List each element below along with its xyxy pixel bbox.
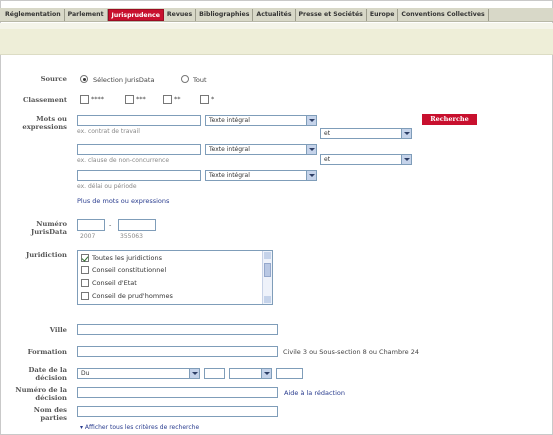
mots-operator-select-2-value: et (324, 156, 331, 163)
numero-decision-input[interactable] (77, 387, 278, 398)
mots-hint-3: ex. délai ou période (77, 183, 137, 190)
chevron-down-icon (401, 155, 411, 164)
juridiction-item-label: Conseil d'Etat (92, 279, 137, 287)
parties-label: Nom des parties (33, 406, 67, 422)
listbox-scrollbar[interactable] (262, 251, 272, 304)
more-words-link[interactable]: Plus de mots ou expressions (77, 197, 169, 205)
classement-option-4: **** (91, 95, 104, 103)
list-item[interactable]: Conseil constitutionnel (81, 265, 166, 275)
nav-tab-parlement[interactable]: Parlement (65, 8, 108, 21)
nav-tab-conventions-collectives[interactable]: Conventions Collectives (398, 8, 489, 21)
nav-tab-jurisprudence[interactable]: Jurisprudence (107, 8, 164, 21)
chevron-down-icon (306, 171, 316, 180)
date-label: Date de la décision (28, 366, 67, 382)
nav-tab-actualites[interactable]: Actualités (253, 8, 296, 21)
ville-input[interactable] (77, 324, 278, 335)
formation-hint: Civile 3 ou Sous-section 8 ou Chambre 24 (283, 348, 419, 356)
mots-input-2[interactable] (77, 144, 201, 155)
classement-option-2: ** (174, 95, 181, 103)
date-mode-select[interactable]: Du (77, 368, 200, 379)
juridiction-item-label: Conseil constitutionnel (92, 266, 167, 274)
numero-year-input[interactable] (77, 219, 105, 231)
classement-label: Classement (23, 96, 67, 104)
juridiction-item-label: Toutes les juridictions (92, 254, 162, 262)
scroll-thumb[interactable] (264, 263, 271, 277)
chevron-down-icon (261, 369, 271, 378)
scroll-up-icon[interactable] (264, 252, 271, 259)
numero-jurisdata-label: Numéro JurisData (31, 220, 67, 236)
scroll-down-icon[interactable] (264, 296, 271, 303)
juridiction-item-label: Conseil de prud'hommes (92, 292, 173, 300)
formation-input[interactable] (77, 346, 278, 357)
search-button[interactable]: Recherche (422, 114, 477, 125)
parties-input[interactable] (77, 406, 278, 417)
show-all-criteria-label: Afficher tous les critères de recherche (84, 424, 200, 431)
mots-field-select-3[interactable]: Texte intégral (205, 170, 317, 181)
show-all-criteria-link[interactable]: ▾ Afficher tous les critères de recherch… (80, 424, 199, 431)
numero-separator: - (109, 221, 112, 229)
juridiction-checkbox[interactable] (81, 254, 89, 262)
mots-field-select-3-value: Texte intégral (209, 172, 250, 179)
list-item[interactable]: Conseil d'Etat (81, 278, 137, 288)
sub-toolbar (0, 29, 553, 55)
juridiction-listbox[interactable]: Toutes les juridictions Conseil constitu… (77, 250, 273, 305)
date-mode-select-value: Du (81, 370, 90, 377)
mots-field-select-1[interactable]: Texte intégral (205, 115, 317, 126)
juridiction-checkbox[interactable] (81, 292, 89, 300)
chevron-down-icon (189, 369, 199, 378)
top-nav: Réglementation Parlement Jurisprudence R… (0, 8, 553, 22)
ville-label: Ville (49, 326, 67, 334)
mots-operator-select-2[interactable]: et (320, 154, 412, 165)
mots-input-3[interactable] (77, 170, 201, 181)
nav-tab-bibliographies[interactable]: Bibliographies (196, 8, 254, 21)
source-option-tout: Tout (193, 76, 207, 84)
chevron-down-icon (401, 129, 411, 138)
mots-field-select-2-value: Texte intégral (209, 146, 250, 153)
classement-checkbox-2[interactable] (163, 95, 172, 104)
numero-number-hint: 355063 (120, 233, 143, 240)
chevron-down-icon (306, 145, 316, 154)
list-item[interactable]: Toutes les juridictions (81, 253, 162, 263)
mots-operator-select-1[interactable]: et (320, 128, 412, 139)
nav-tab-presse-societes[interactable]: Presse et Sociétés (296, 8, 367, 21)
list-item[interactable]: Conseil de prud'hommes (81, 291, 173, 301)
classement-option-3: *** (136, 95, 146, 103)
mots-hint-1: ex. contrat de travail (77, 128, 140, 135)
mots-input-1[interactable] (77, 115, 201, 126)
classement-checkbox-3[interactable] (125, 95, 134, 104)
nav-tab-revues[interactable]: Revues (164, 8, 197, 21)
source-label: Source (40, 75, 67, 83)
date-day-input[interactable] (204, 368, 225, 379)
juridiction-checkbox[interactable] (81, 266, 89, 274)
classement-checkbox-1[interactable] (200, 95, 209, 104)
mots-field-select-2[interactable]: Texte intégral (205, 144, 317, 155)
classement-option-1: * (211, 95, 215, 103)
mots-hint-2: ex. clause de non-concurrence (77, 157, 170, 164)
date-year-input[interactable] (276, 368, 303, 379)
numero-year-hint: 2007 (80, 233, 96, 240)
date-month-select[interactable] (229, 368, 272, 379)
juridiction-checkbox[interactable] (81, 279, 89, 287)
juridiction-label: Juridiction (26, 251, 67, 259)
source-radio-jurisdata[interactable] (80, 75, 88, 83)
nav-tab-reglementation[interactable]: Réglementation (2, 8, 65, 21)
source-option-jurisdata: Sélection JurisData (93, 76, 155, 84)
classement-checkbox-4[interactable] (80, 95, 89, 104)
numero-decision-label: Numéro de la décision (15, 386, 67, 402)
source-radio-tout[interactable] (181, 75, 189, 83)
numero-number-input[interactable] (118, 219, 156, 231)
mots-operator-select-1-value: et (324, 130, 331, 137)
nav-tab-europe[interactable]: Europe (367, 8, 399, 21)
chevron-down-icon (306, 116, 316, 125)
mots-field-select-1-value: Texte intégral (209, 117, 250, 124)
formation-label: Formation (27, 348, 67, 356)
help-redaction-link[interactable]: Aide à la rédaction (284, 389, 345, 397)
mots-label: Mots ou expressions (22, 115, 67, 131)
